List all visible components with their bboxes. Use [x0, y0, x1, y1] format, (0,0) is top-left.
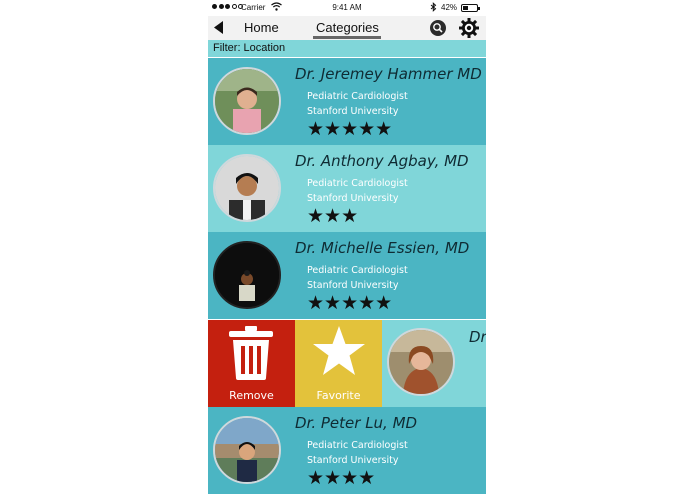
trash-icon [228, 326, 274, 384]
doctor-specialty: Pediatric Cardiologist [307, 178, 408, 189]
doctor-specialty: Pediatric Cardiologist [307, 265, 408, 276]
doctor-university: Stanford University [307, 193, 399, 204]
doctor-university: Stanford University [307, 455, 399, 466]
rating-stars: ★★★ [307, 205, 359, 227]
doctor-university: Stanford University [307, 106, 399, 117]
search-icon[interactable] [430, 20, 446, 41]
remove-label: Remove [229, 389, 274, 402]
nav-bar: Home Categories [208, 16, 486, 40]
remove-button[interactable]: Remove [208, 320, 295, 407]
rating-stars: ★★★★★ [307, 292, 393, 314]
bluetooth-icon [430, 2, 437, 14]
back-arrow-icon[interactable] [214, 21, 224, 39]
rating-stars: ★★★★ [307, 467, 376, 489]
star-icon [312, 325, 366, 381]
doctor-name[interactable]: Dr. Jeremey Hammer MD [295, 65, 482, 83]
doctor-avatar [213, 416, 281, 484]
doctor-avatar [213, 241, 281, 309]
doctor-specialty: Pediatric Cardiologist [307, 91, 408, 102]
battery-percent: 42% [441, 3, 458, 12]
active-tab-indicator [313, 36, 381, 39]
favorite-button[interactable]: Favorite [295, 320, 382, 407]
doctor-specialty: Pediatric Cardiologist [307, 440, 408, 451]
doctor-avatar [213, 67, 281, 135]
filter-bar[interactable]: Filter: Location [208, 40, 486, 57]
doctor-name-partial[interactable]: Dr [469, 328, 486, 346]
doctor-row[interactable]: Dr. Anthony Agbay, MD Pediatric Cardiolo… [208, 145, 486, 232]
home-tab[interactable]: Home [244, 20, 279, 35]
doctor-name[interactable]: Dr. Peter Lu, MD [295, 414, 417, 432]
doctor-row[interactable]: Dr. Michelle Essien, MD Pediatric Cardio… [208, 232, 486, 319]
doctor-name[interactable]: Dr. Anthony Agbay, MD [295, 152, 469, 170]
status-bar: Carrier 9:41 AM 42% [208, 0, 486, 16]
swiped-doctor-row[interactable]: Remove Favorite Dr [208, 320, 486, 407]
phone-screen: Carrier 9:41 AM 42% Home Categories Filt… [208, 0, 486, 494]
rating-stars: ★★★★★ [307, 118, 393, 140]
battery-icon [461, 4, 480, 12]
doctor-row[interactable]: Dr. Peter Lu, MD Pediatric Cardiologist … [208, 407, 486, 494]
doctor-avatar [213, 154, 281, 222]
favorite-label: Favorite [316, 389, 361, 402]
doctor-name[interactable]: Dr. Michelle Essien, MD [295, 239, 469, 257]
doctor-university: Stanford University [307, 280, 399, 291]
doctor-avatar [387, 328, 455, 396]
doctor-row-peek[interactable]: Dr [382, 320, 486, 407]
doctor-row[interactable]: Dr. Jeremey Hammer MD Pediatric Cardiolo… [208, 58, 486, 145]
categories-tab[interactable]: Categories [316, 20, 379, 35]
